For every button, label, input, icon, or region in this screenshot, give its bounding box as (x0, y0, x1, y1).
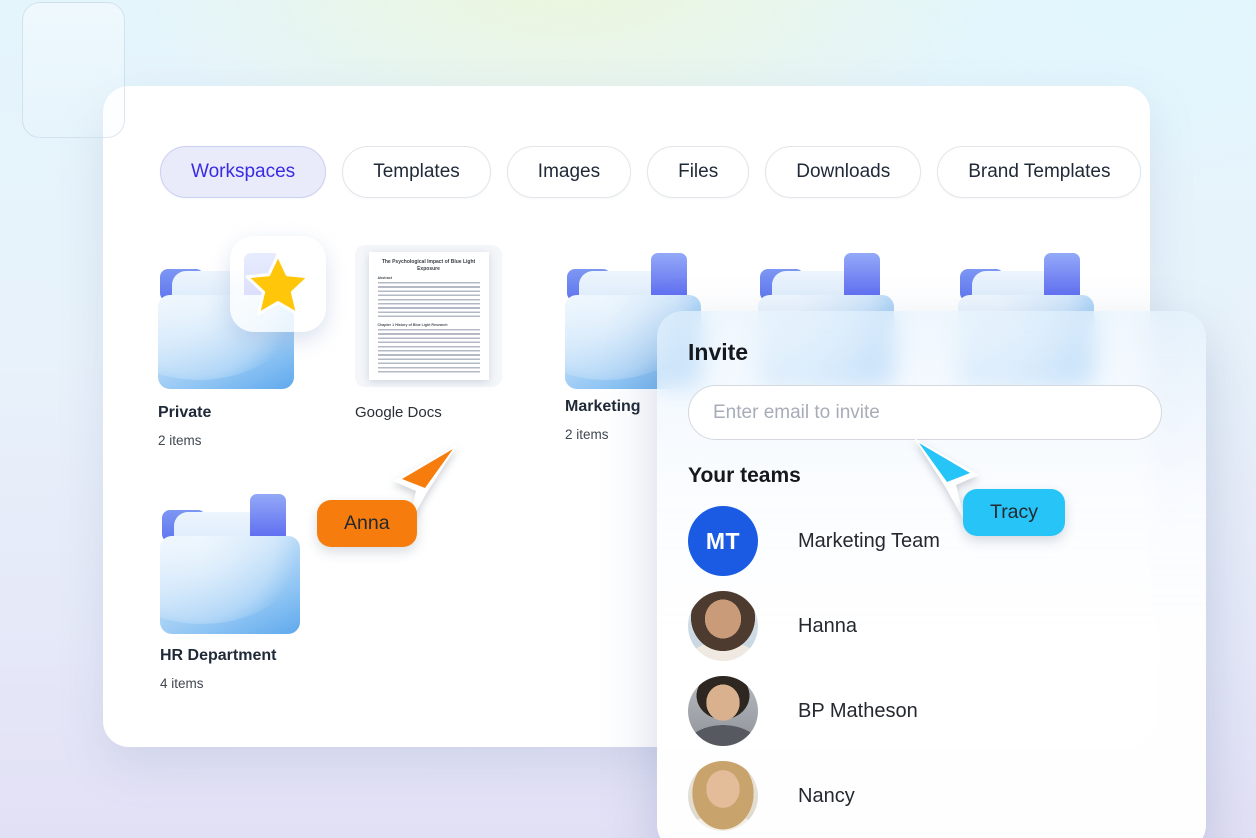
tab-images[interactable]: Images (506, 146, 632, 198)
document-abstract-heading: Abstract (377, 276, 393, 280)
folder-count-marketing: 2 items (565, 427, 609, 442)
folder-name-private: Private (158, 404, 212, 421)
folder-hr-department[interactable] (160, 494, 300, 634)
team-name: Hanna (798, 614, 857, 637)
team-name: BP Matheson (798, 699, 918, 722)
avatar-hanna (688, 591, 758, 661)
star-icon (245, 253, 311, 316)
tab-workspaces[interactable]: Workspaces (160, 146, 327, 198)
doc-text-lines (377, 282, 480, 320)
document-thumbnail: The Psychological Impact of Blue Light E… (368, 252, 489, 380)
tab-downloads[interactable]: Downloads (765, 146, 922, 198)
tab-files[interactable]: Files (647, 146, 750, 198)
favorite-badge (230, 236, 326, 332)
document-chapter-heading: Chapter 1 History of Blue Light Research (377, 323, 448, 327)
document-google-docs[interactable]: The Psychological Impact of Blue Light E… (355, 245, 502, 387)
team-row-bp-matheson[interactable]: BP Matheson (688, 676, 1175, 746)
team-row-nancy[interactable]: Nancy (688, 761, 1175, 831)
folder-body (160, 536, 300, 634)
doc-text-lines (377, 329, 480, 375)
invite-panel: Invite Your teams MT Marketing Team Hann… (657, 311, 1206, 838)
folder-count-hr: 4 items (160, 676, 204, 691)
anna-cursor-label: Anna (317, 500, 417, 547)
folder-name-marketing: Marketing (565, 398, 641, 415)
invite-email-input[interactable] (688, 385, 1162, 440)
avatar-marketing-team: MT (688, 506, 758, 576)
tab-bar: Workspaces Templates Images Files Downlo… (160, 146, 1142, 198)
document-name: Google Docs (355, 404, 442, 421)
tab-brand-templates[interactable]: Brand Templates (937, 146, 1142, 198)
team-name: Marketing Team (798, 529, 940, 552)
invite-title: Invite (688, 339, 749, 365)
document-title: The Psychological Impact of Blue Light E… (381, 259, 476, 272)
folder-name-hr: HR Department (160, 647, 277, 664)
folder-count-private: 2 items (158, 433, 202, 448)
tab-templates[interactable]: Templates (342, 146, 491, 198)
avatar-nancy (688, 761, 758, 831)
avatar-bp-matheson (688, 676, 758, 746)
tracy-cursor-label: Tracy (963, 489, 1066, 536)
background-ghost-card (22, 2, 125, 138)
team-row-hanna[interactable]: Hanna (688, 591, 1175, 661)
team-name: Nancy (798, 784, 855, 807)
